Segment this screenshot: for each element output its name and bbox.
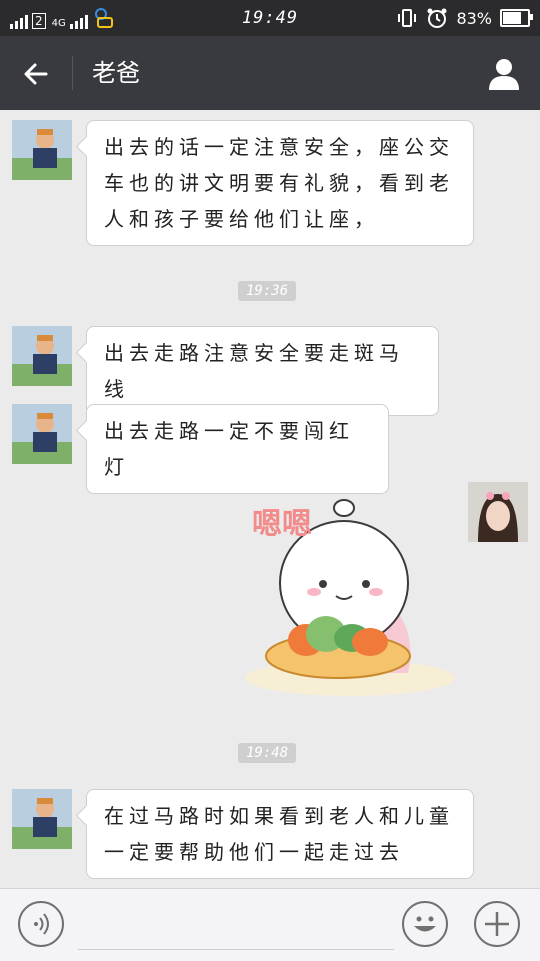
title-divider — [72, 56, 73, 90]
status-bar: 2 4G 19:49 83% — [0, 0, 540, 36]
avatar[interactable] — [12, 326, 72, 386]
battery-icon — [500, 9, 533, 27]
sticker-caption: 嗯嗯 — [252, 507, 312, 542]
message-bubble[interactable]: 在过马路时如果看到老人和儿童 一定要帮助他们一起走过去 — [86, 789, 474, 879]
emoji-button[interactable] — [402, 901, 448, 947]
message-line: 出去走路一定不要闯红灯 — [104, 419, 354, 479]
message-line: 车也的讲文明要有礼貌，看到老 — [104, 171, 454, 195]
vibrate-icon — [398, 9, 417, 27]
message-line: 出去走路注意安全要走斑马线 — [104, 341, 404, 401]
my-avatar[interactable] — [468, 482, 528, 542]
chat-title: 老爸 — [92, 59, 140, 87]
message-line: 一定要帮助他们一起走过去 — [104, 840, 404, 864]
title-bar: 老爸 — [0, 36, 540, 110]
more-button[interactable] — [474, 901, 520, 947]
message-input[interactable] — [78, 901, 394, 950]
timestamp: 19:48 — [238, 743, 297, 763]
back-arrow-icon[interactable] — [18, 56, 54, 92]
bunny-sticker: 嗯嗯 — [245, 499, 455, 696]
battery-percentage: 83% — [456, 8, 492, 28]
alarm-icon — [427, 8, 447, 28]
voice-button[interactable] — [18, 901, 64, 947]
battery-fill — [503, 12, 521, 24]
message-bubble[interactable]: 出去的话一定注意安全，座公交 车也的讲文明要有礼貌，看到老 人和孩子要给他们让座… — [86, 120, 474, 246]
message-line: 人和孩子要给他们让座， — [104, 207, 379, 231]
avatar[interactable] — [12, 404, 72, 464]
person-icon[interactable] — [486, 56, 522, 92]
message-line: 出去的话一定注意安全，座公交 — [104, 135, 454, 159]
timestamp: 19:36 — [238, 281, 297, 301]
message-bubble[interactable]: 出去走路注意安全要走斑马线 — [86, 326, 439, 416]
voice-icon — [34, 913, 49, 935]
message-bubble[interactable]: 出去走路一定不要闯红灯 — [86, 404, 389, 494]
avatar[interactable] — [12, 789, 72, 849]
sticker-message[interactable]: 嗯嗯 — [228, 488, 460, 700]
status-icons: 83% — [396, 7, 533, 29]
avatar[interactable] — [12, 120, 72, 180]
chat-area[interactable]: 出去的话一定注意安全，座公交 车也的讲文明要有礼貌，看到老 人和孩子要给他们让座… — [0, 110, 540, 888]
input-bar — [0, 888, 540, 961]
message-line: 在过马路时如果看到老人和儿童 — [104, 804, 454, 828]
plus-icon — [485, 912, 509, 936]
emoji-icon — [414, 916, 436, 932]
